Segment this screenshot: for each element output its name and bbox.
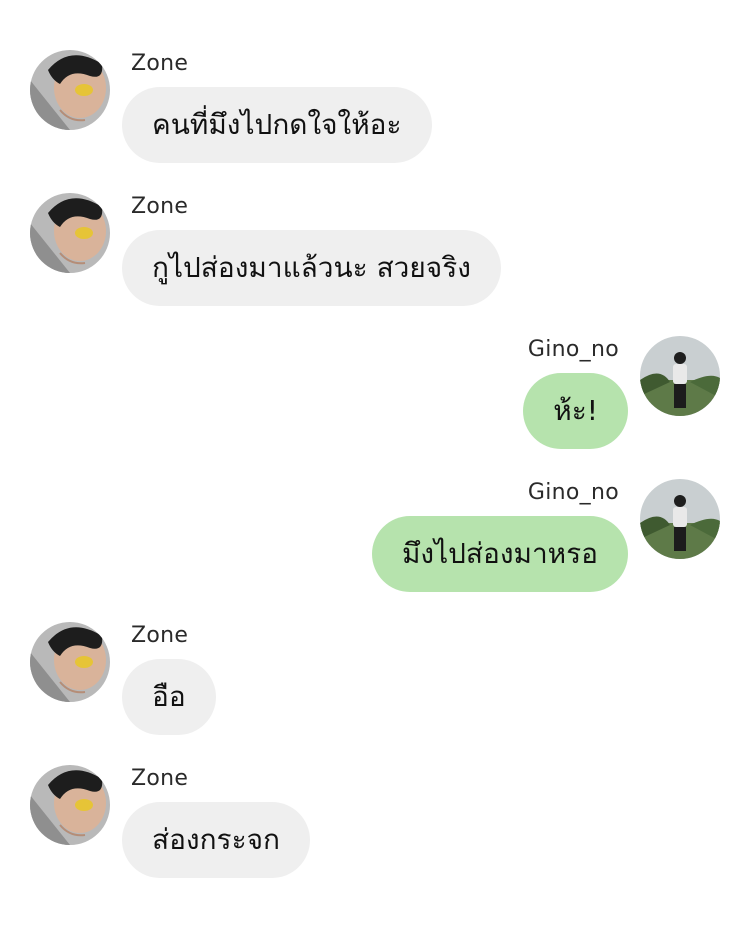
message-bubble[interactable]: กูไปส่องมาแล้วนะ สวยจริง <box>122 230 501 306</box>
message-bubble[interactable]: ส่องกระจก <box>122 802 310 878</box>
gino-avatar[interactable] <box>640 336 720 416</box>
sender-name: Zone <box>131 623 189 648</box>
sender-name: Zone <box>131 766 189 791</box>
message-incoming: Zone อือ <box>0 622 750 752</box>
zone-avatar-image <box>30 622 110 702</box>
sender-name: Zone <box>131 51 189 76</box>
message-bubble[interactable]: อือ <box>122 659 216 735</box>
gino-avatar[interactable] <box>640 479 720 559</box>
zone-avatar[interactable] <box>30 193 110 273</box>
message-bubble[interactable]: คนที่มึงไปกดใจให้อะ <box>122 87 432 163</box>
zone-avatar[interactable] <box>30 622 110 702</box>
message-incoming: Zone ส่องกระจก <box>0 765 750 895</box>
message-bubble[interactable]: มึงไปส่องมาหรอ <box>371 516 628 592</box>
sender-name: Zone <box>131 194 189 219</box>
zone-avatar-image <box>30 193 110 273</box>
sender-name: Gino_no <box>527 337 619 362</box>
message-bubble[interactable]: ห้ะ! <box>523 373 628 449</box>
gino-avatar-image <box>640 479 720 559</box>
chat-thread: Zone คนที่มึงไปกดใจให้อะ Zone กูไปส่องมา… <box>0 0 750 928</box>
zone-avatar[interactable] <box>30 50 110 130</box>
message-outgoing: Gino_no มึงไปส่องมาหรอ <box>0 479 750 609</box>
message-incoming: Zone กูไปส่องมาแล้วนะ สวยจริง <box>0 193 750 323</box>
gino-avatar-image <box>640 336 720 416</box>
zone-avatar-image <box>30 50 110 130</box>
zone-avatar[interactable] <box>30 765 110 845</box>
zone-avatar-image <box>30 765 110 845</box>
message-outgoing: Gino_no ห้ะ! <box>0 336 750 466</box>
sender-name: Gino_no <box>527 480 619 505</box>
message-incoming: Zone คนที่มึงไปกดใจให้อะ <box>0 50 750 180</box>
